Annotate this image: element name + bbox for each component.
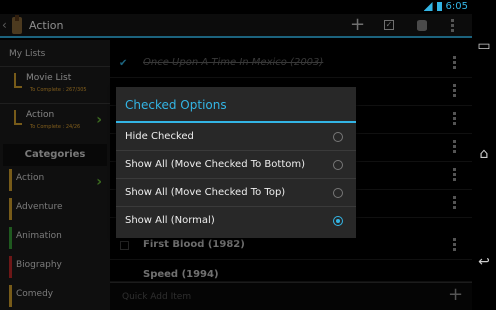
option-label: Show All (Normal)	[125, 215, 215, 226]
option-move-checked-top[interactable]: Show All (Move Checked To Top)	[116, 179, 356, 207]
radio-button-selected[interactable]	[333, 216, 343, 226]
navigation-bar: ▭ ⌂ ↩	[472, 0, 496, 310]
option-label: Show All (Move Checked To Top)	[125, 187, 286, 198]
status-icons: 6:05	[423, 1, 468, 12]
option-hide-checked[interactable]: Hide Checked	[116, 123, 356, 151]
radio-button[interactable]	[333, 132, 343, 142]
option-label: Hide Checked	[125, 131, 194, 142]
nav-back-icon[interactable]: ↩	[476, 254, 492, 270]
home-icon[interactable]: ⌂	[476, 146, 492, 162]
radio-button[interactable]	[333, 188, 343, 198]
wifi-icon	[423, 2, 433, 11]
dialog-title: Checked Options	[116, 87, 356, 123]
option-move-checked-bottom[interactable]: Show All (Move Checked To Bottom)	[116, 151, 356, 179]
option-label: Show All (Move Checked To Bottom)	[125, 159, 306, 170]
status-bar: 6:05	[0, 0, 472, 14]
recents-icon[interactable]: ▭	[476, 38, 492, 54]
battery-icon	[436, 2, 442, 11]
status-time: 6:05	[445, 1, 468, 12]
option-show-all-normal[interactable]: Show All (Normal)	[116, 207, 356, 235]
radio-button[interactable]	[333, 160, 343, 170]
checked-options-dialog: Checked Options Hide Checked Show All (M…	[116, 87, 356, 238]
